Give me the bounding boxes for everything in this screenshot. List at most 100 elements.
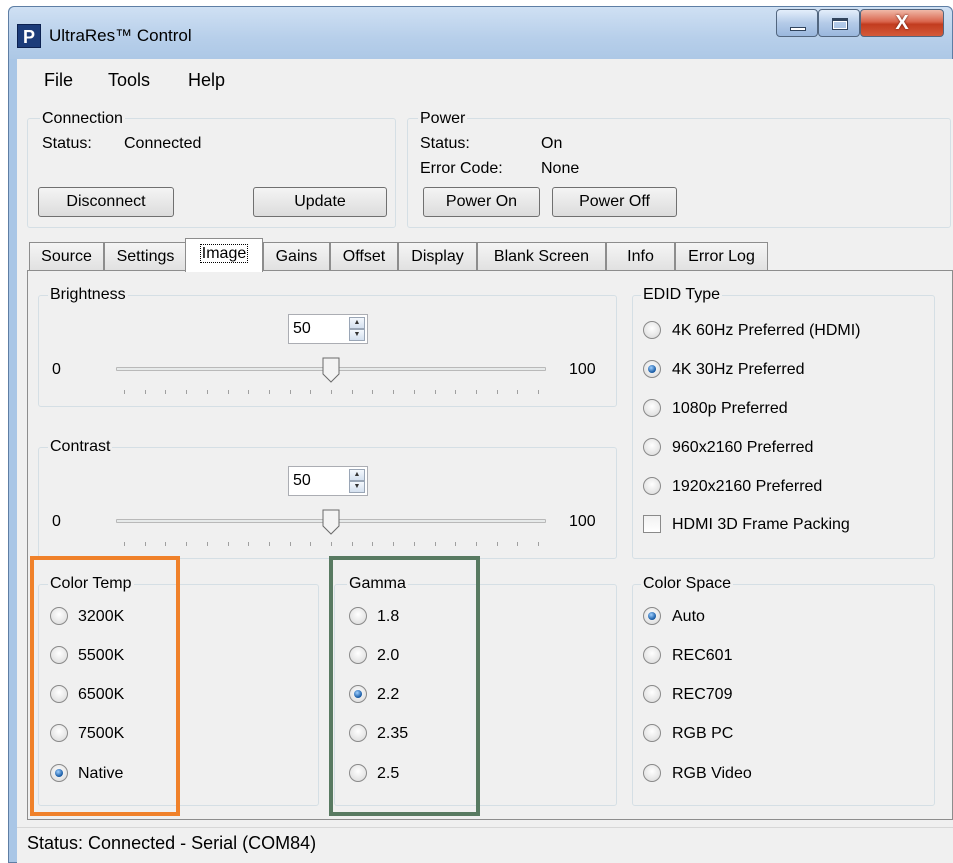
edid-option-4k60-label[interactable]: 4K 60Hz Preferred (HDMI) bbox=[672, 322, 861, 340]
slider-tick bbox=[144, 542, 146, 546]
brightness-group-label: Brightness bbox=[48, 286, 128, 304]
tab-gains[interactable]: Gains bbox=[263, 242, 330, 270]
slider-tick bbox=[351, 542, 353, 546]
color-space-auto-label[interactable]: Auto bbox=[672, 608, 705, 626]
connection-status-label: Status: bbox=[42, 135, 92, 152]
tab-offset[interactable]: Offset bbox=[330, 242, 398, 270]
power-status-label: Status: bbox=[420, 135, 470, 152]
power-off-button[interactable]: Power Off bbox=[552, 187, 677, 217]
contrast-min-label: 0 bbox=[52, 513, 61, 530]
slider-tick bbox=[351, 390, 353, 394]
contrast-slider-thumb[interactable] bbox=[322, 509, 340, 535]
tab-blank-screen[interactable]: Blank Screen bbox=[477, 242, 606, 270]
slider-tick bbox=[496, 542, 498, 546]
color-temp-highlight bbox=[30, 556, 180, 816]
minimize-icon bbox=[790, 27, 806, 31]
slider-tick bbox=[124, 390, 125, 394]
slider-tick bbox=[144, 390, 146, 394]
color-space-rec709-label[interactable]: REC709 bbox=[672, 686, 732, 704]
menu-help[interactable]: Help bbox=[188, 70, 225, 91]
color-space-rec601-label[interactable]: REC601 bbox=[672, 647, 732, 665]
color-space-radio-rec709[interactable] bbox=[643, 685, 661, 703]
close-button[interactable]: X bbox=[860, 9, 944, 37]
tab-source[interactable]: Source bbox=[29, 242, 104, 270]
brightness-up-arrow-icon[interactable]: ▲ bbox=[349, 317, 365, 329]
edid-radio-1920x2160[interactable] bbox=[643, 477, 661, 495]
menu-bar bbox=[17, 59, 953, 103]
slider-tick bbox=[331, 390, 332, 394]
slider-tick bbox=[372, 390, 374, 394]
color-space-radio-rec601[interactable] bbox=[643, 646, 661, 664]
slider-tick bbox=[227, 542, 229, 546]
tab-display[interactable]: Display bbox=[398, 242, 477, 270]
slider-tick bbox=[538, 390, 539, 394]
edid-radio-1080p[interactable] bbox=[643, 399, 661, 417]
contrast-down-arrow-icon[interactable]: ▼ bbox=[349, 481, 365, 493]
slider-tick bbox=[186, 542, 188, 546]
contrast-value: 50 bbox=[293, 472, 311, 489]
error-code-label: Error Code: bbox=[420, 160, 503, 177]
tab-settings[interactable]: Settings bbox=[104, 242, 187, 270]
color-space-rgb-pc-label[interactable]: RGB PC bbox=[672, 725, 733, 743]
menu-tools[interactable]: Tools bbox=[108, 70, 150, 91]
slider-tick bbox=[475, 390, 477, 394]
slider-tick bbox=[393, 542, 395, 546]
edid-option-1080p-label[interactable]: 1080p Preferred bbox=[672, 400, 788, 418]
slider-tick bbox=[517, 542, 519, 546]
update-button[interactable]: Update bbox=[253, 187, 387, 217]
slider-tick bbox=[434, 390, 436, 394]
maximize-icon bbox=[832, 18, 848, 30]
power-group-label: Power bbox=[418, 110, 468, 128]
slider-tick bbox=[165, 542, 167, 546]
slider-tick bbox=[455, 390, 457, 394]
color-space-rgb-video-label[interactable]: RGB Video bbox=[672, 765, 752, 783]
edid-radio-4k60[interactable] bbox=[643, 321, 661, 339]
color-space-radio-rgb-video[interactable] bbox=[643, 764, 661, 782]
maximize-button[interactable] bbox=[818, 9, 860, 37]
power-on-button[interactable]: Power On bbox=[423, 187, 540, 217]
slider-tick bbox=[496, 390, 498, 394]
hdmi-3d-frame-packing-label[interactable]: HDMI 3D Frame Packing bbox=[672, 516, 850, 534]
color-space-radio-auto[interactable] bbox=[643, 607, 661, 625]
tab-info[interactable]: Info bbox=[606, 242, 675, 270]
tab-image-label: Image bbox=[199, 244, 249, 263]
slider-tick bbox=[124, 542, 125, 546]
tab-image[interactable]: Image bbox=[185, 238, 263, 272]
slider-tick bbox=[206, 390, 208, 394]
contrast-up-arrow-icon[interactable]: ▲ bbox=[349, 469, 365, 481]
menu-file[interactable]: File bbox=[44, 70, 73, 91]
slider-tick bbox=[413, 542, 415, 546]
edid-radio-960x2160[interactable] bbox=[643, 438, 661, 456]
brightness-max-label: 100 bbox=[569, 361, 596, 378]
contrast-max-label: 100 bbox=[569, 513, 596, 530]
edid-option-1920x2160-label[interactable]: 1920x2160 Preferred bbox=[672, 478, 822, 496]
connection-status-value: Connected bbox=[124, 135, 202, 152]
edid-radio-4k30[interactable] bbox=[643, 360, 661, 378]
slider-tick bbox=[372, 542, 374, 546]
brightness-spinner[interactable]: 50 ▲ ▼ bbox=[288, 314, 368, 344]
power-status-value: On bbox=[541, 135, 563, 152]
contrast-spinner[interactable]: 50 ▲ ▼ bbox=[288, 466, 368, 496]
slider-tick bbox=[227, 390, 229, 394]
gamma-highlight bbox=[329, 556, 480, 816]
brightness-slider-thumb[interactable] bbox=[322, 357, 340, 383]
edid-option-960x2160-label[interactable]: 960x2160 Preferred bbox=[672, 439, 813, 457]
slider-tick bbox=[206, 542, 208, 546]
slider-tick bbox=[434, 542, 436, 546]
brightness-down-arrow-icon[interactable]: ▼ bbox=[349, 329, 365, 341]
close-icon: X bbox=[895, 12, 909, 34]
disconnect-button[interactable]: Disconnect bbox=[38, 187, 174, 217]
slider-tick bbox=[289, 390, 291, 394]
slider-tick bbox=[248, 390, 250, 394]
slider-tick bbox=[393, 390, 395, 394]
brightness-value: 50 bbox=[293, 320, 311, 337]
tab-error-log[interactable]: Error Log bbox=[675, 242, 768, 270]
hdmi-3d-frame-packing-checkbox[interactable] bbox=[643, 515, 661, 533]
edid-option-4k30-label[interactable]: 4K 30Hz Preferred bbox=[672, 361, 805, 379]
contrast-slider-ticks bbox=[124, 542, 539, 546]
color-space-radio-rgb-pc[interactable] bbox=[643, 724, 661, 742]
minimize-button[interactable] bbox=[776, 9, 818, 37]
slider-tick bbox=[310, 390, 312, 394]
slider-tick bbox=[331, 542, 332, 546]
slider-tick bbox=[413, 390, 415, 394]
